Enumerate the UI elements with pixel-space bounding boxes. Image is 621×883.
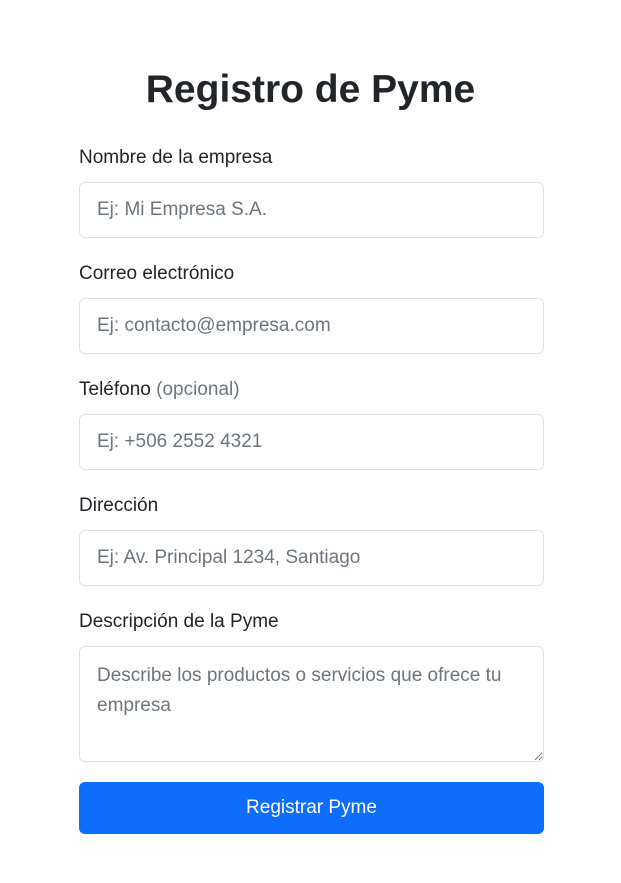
phone-input[interactable] xyxy=(79,414,544,470)
phone-label: Teléfono (opcional) xyxy=(79,378,544,402)
address-label: Dirección xyxy=(79,495,159,516)
email-label: Correo electrónico xyxy=(79,263,235,284)
page-title: Registro de Pyme xyxy=(145,68,476,111)
company-name-input[interactable] xyxy=(79,182,544,238)
email-input[interactable] xyxy=(79,298,544,354)
company-name-label: Nombre de la empresa xyxy=(79,147,273,168)
description-group: Descripción de la Pyme xyxy=(79,610,544,767)
register-button[interactable]: Registrar Pyme xyxy=(79,782,544,834)
phone-label-text: Teléfono xyxy=(79,379,151,400)
company-name-group: Nombre de la empresa xyxy=(79,146,544,238)
description-textarea[interactable] xyxy=(79,646,544,762)
address-input[interactable] xyxy=(79,530,544,586)
address-group: Dirección xyxy=(79,494,544,586)
description-label: Descripción de la Pyme xyxy=(79,611,279,632)
optional-hint: (opcional) xyxy=(156,379,240,400)
phone-group: Teléfono (opcional) xyxy=(79,378,544,470)
email-group: Correo electrónico xyxy=(79,262,544,354)
